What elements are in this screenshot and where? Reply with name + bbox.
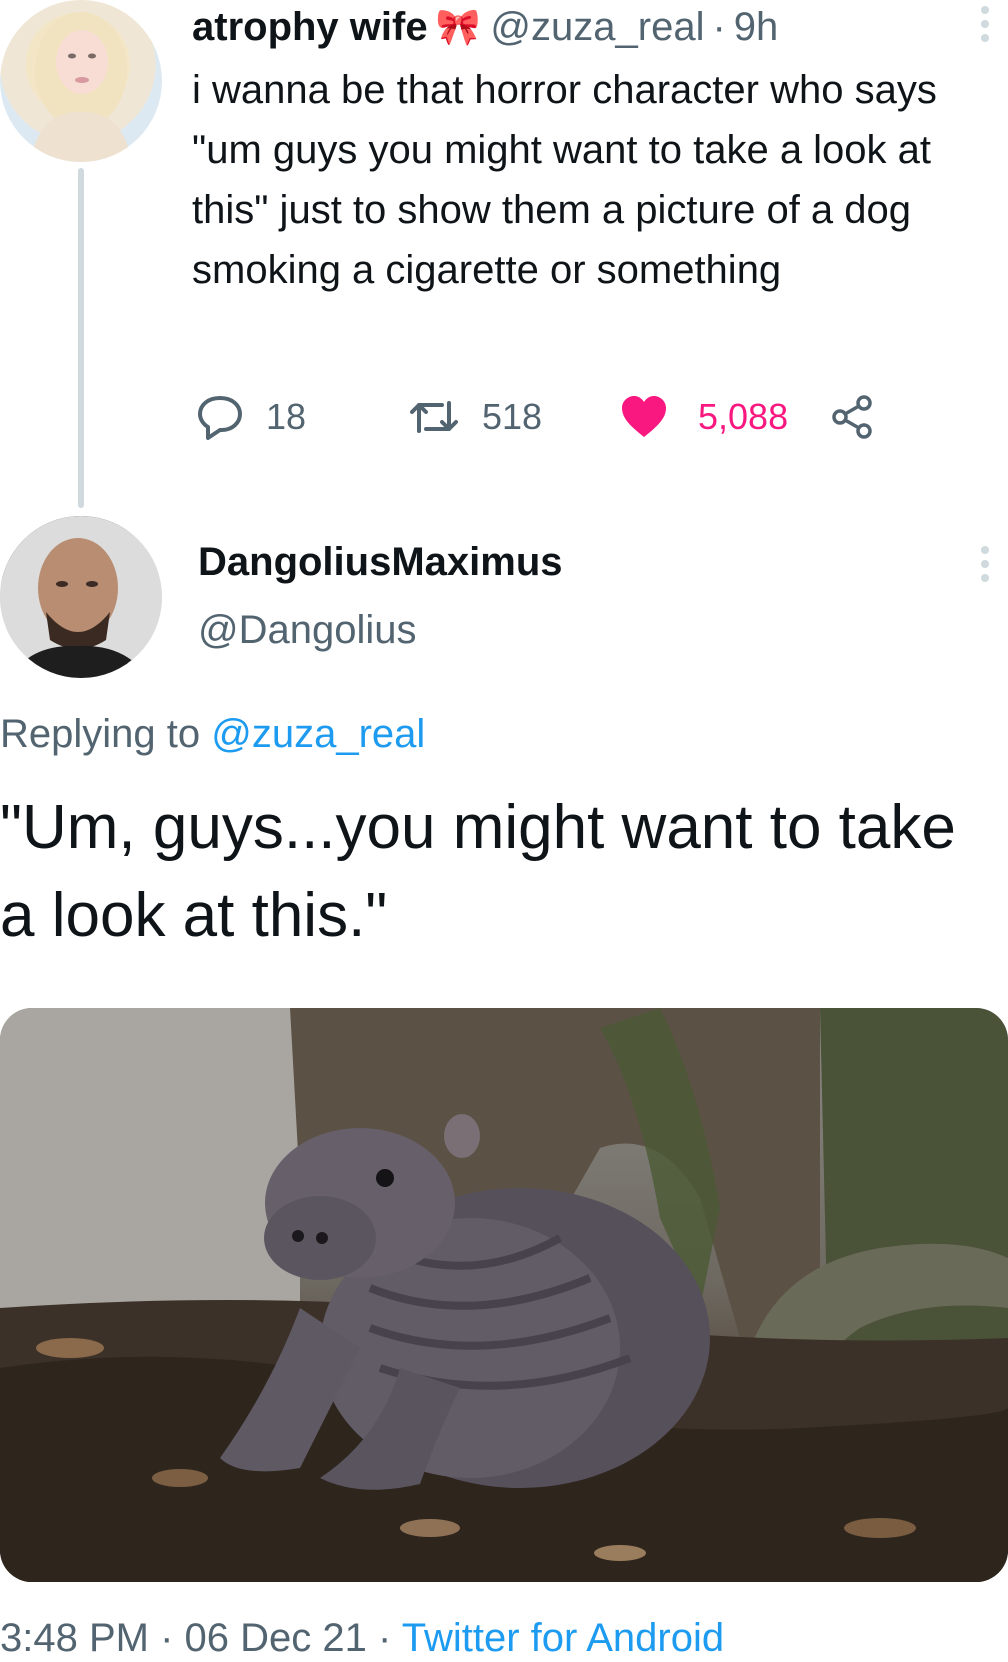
reply-count: 18	[266, 396, 307, 437]
tweet-date: 06 Dec 21	[184, 1616, 367, 1660]
share-icon	[832, 395, 872, 439]
like-count: 5,088	[698, 396, 789, 437]
reply-tweet-text: "Um, guys...you might want to take a loo…	[0, 793, 956, 950]
replying-prefix: Replying to	[0, 712, 201, 756]
reply-tweet-footer: 3:48 PM · 06 Dec 21 · Twitter for Androi…	[0, 1616, 724, 1661]
reply-button[interactable]: 18	[196, 392, 306, 442]
original-tweet-text: i wanna be that horror character who say…	[192, 68, 937, 292]
tweet-action-bar: 18 518 5,088	[196, 392, 916, 442]
retweet-icon	[410, 401, 458, 433]
original-author-handle[interactable]: @zuza_real	[490, 5, 704, 50]
original-tweet-avatar[interactable]	[0, 0, 162, 162]
avatar-image	[30, 12, 132, 162]
avatar-image	[0, 516, 162, 678]
original-tweet-header: atrophy wife 🎀 @zuza_real · 9h	[192, 4, 778, 50]
hippo-photo-illustration	[0, 1008, 1008, 1582]
more-options-icon[interactable]	[978, 6, 992, 42]
replying-to-handle-link[interactable]: @zuza_real	[211, 712, 425, 756]
retweet-count: 518	[482, 396, 543, 437]
share-button[interactable]	[830, 392, 876, 442]
original-author-name[interactable]: atrophy wife	[192, 5, 428, 50]
more-options-icon[interactable]	[978, 546, 992, 582]
ribbon-emoji: 🎀	[435, 6, 481, 47]
header-separator: ·	[712, 4, 726, 49]
reply-author-avatar[interactable]	[0, 516, 162, 678]
reply-icon	[198, 396, 242, 440]
retweet-button[interactable]: 518	[408, 392, 542, 442]
original-tweet-time[interactable]: 9h	[734, 5, 779, 50]
heart-icon	[622, 396, 666, 437]
footer-separator: ·	[378, 1616, 392, 1660]
replying-to: Replying to @zuza_real	[0, 712, 425, 757]
tweet-source-link[interactable]: Twitter for Android	[402, 1616, 724, 1660]
footer-separator: ·	[160, 1616, 174, 1660]
thread-connector-line	[78, 168, 84, 508]
like-button[interactable]: 5,088	[620, 392, 788, 442]
reply-media-photo[interactable]	[0, 1008, 1008, 1582]
reply-author-name[interactable]: DangoliusMaximus	[198, 540, 563, 585]
tweet-time: 3:48 PM	[0, 1616, 149, 1660]
reply-author-handle[interactable]: @Dangolius	[198, 608, 417, 653]
